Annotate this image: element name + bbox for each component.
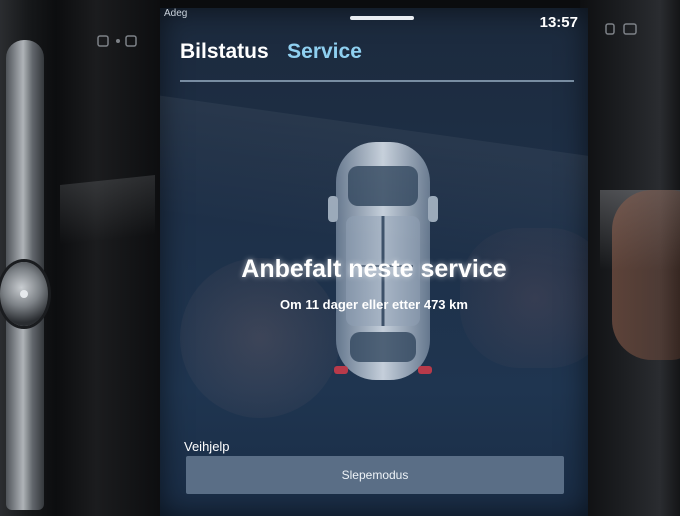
tow-mode-button[interactable]: Slepemodus xyxy=(186,456,564,494)
left-glare xyxy=(60,175,155,245)
roadside-section-label: Veihjelp xyxy=(184,439,230,454)
tab-bar: Bilstatus Service xyxy=(180,40,376,70)
service-subtitle: Om 11 dager eller etter 473 km xyxy=(280,297,468,312)
status-text: Adeg xyxy=(164,8,188,19)
hand-reflection xyxy=(612,190,680,360)
dashboard-indicator-icon xyxy=(97,35,137,47)
infotainment-screen: Adeg 13:57 Bilstatus Service Anbefalt ne… xyxy=(160,8,588,516)
dashboard-indicator-icon xyxy=(605,23,637,35)
tab-service[interactable]: Service xyxy=(287,40,362,64)
photo-stage: Adeg 13:57 Bilstatus Service Anbefalt ne… xyxy=(0,0,680,516)
pull-down-handle[interactable] xyxy=(350,16,414,20)
tab-bilstatus[interactable]: Bilstatus xyxy=(180,40,269,64)
knob-indicator xyxy=(20,290,28,298)
clock: 13:57 xyxy=(539,14,578,31)
service-title: Anbefalt neste service xyxy=(241,255,507,283)
volume-knob[interactable] xyxy=(0,262,48,326)
tab-divider xyxy=(180,80,574,82)
